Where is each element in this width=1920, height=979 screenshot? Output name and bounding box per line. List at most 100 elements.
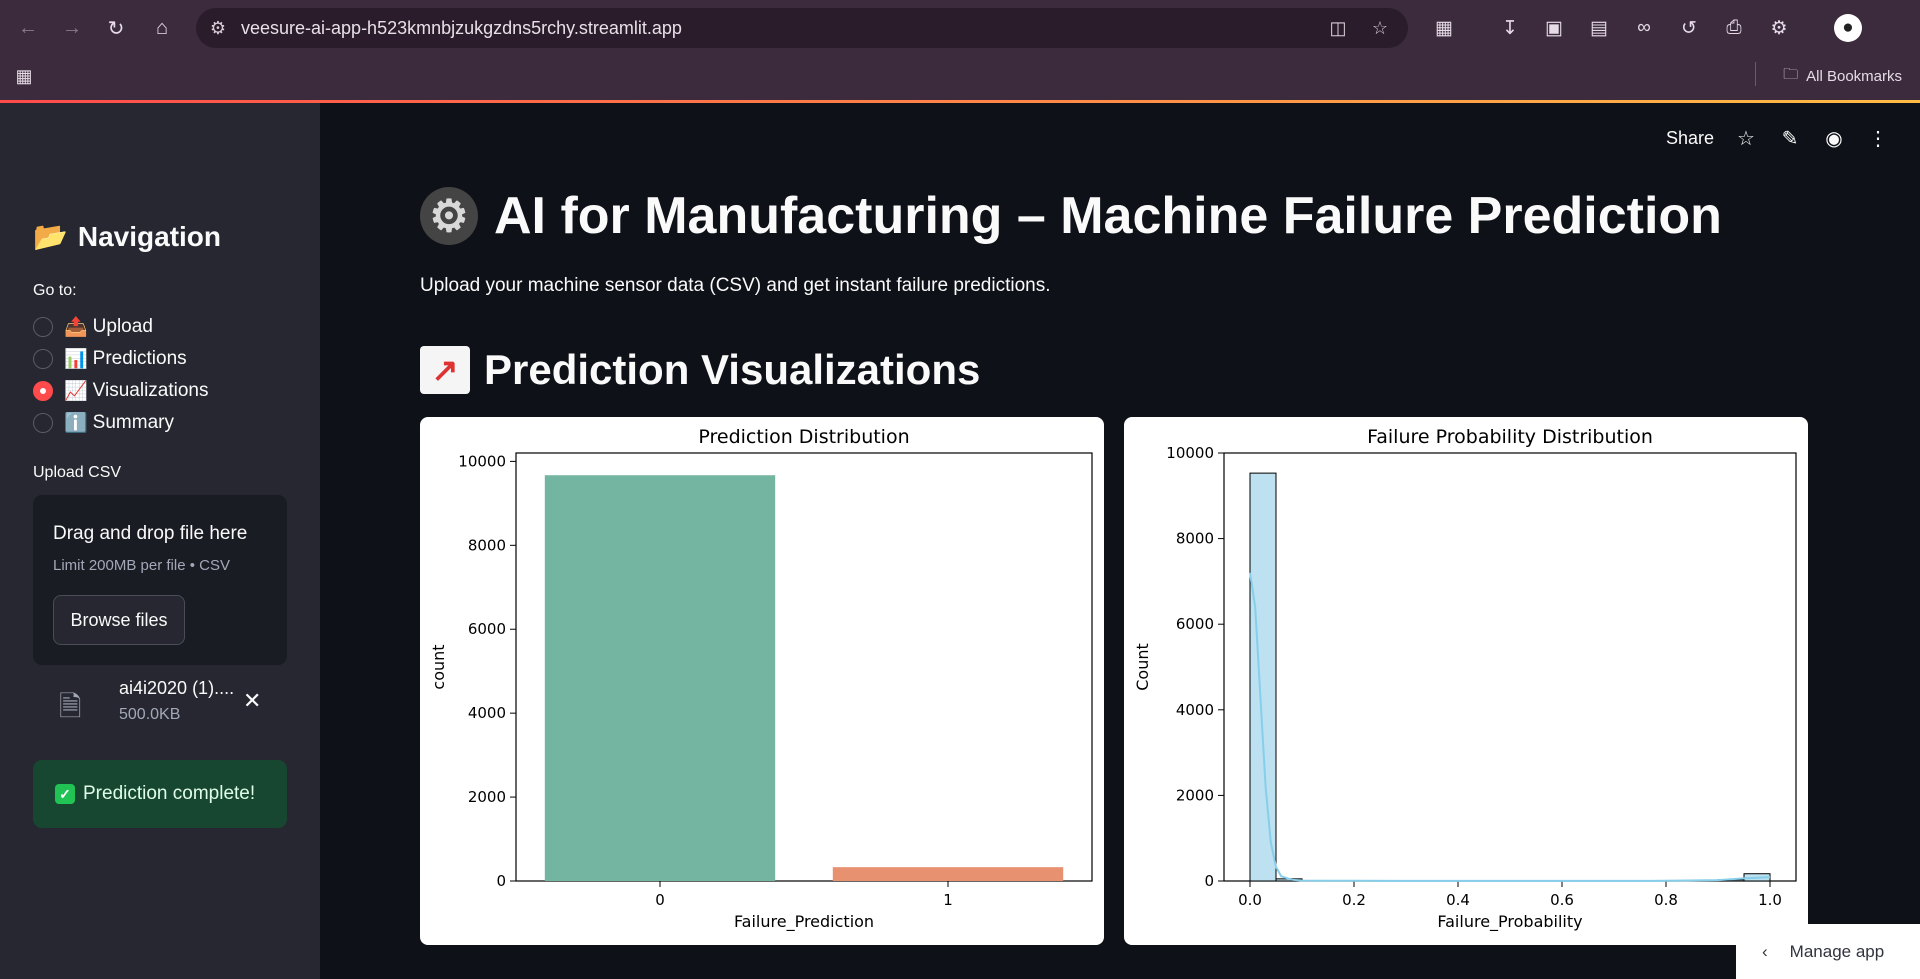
manage-app-button[interactable]: ‹ Manage app (1736, 924, 1920, 979)
upload-csv-label: Upload CSV (33, 464, 122, 481)
goto-label: Go to: (33, 282, 77, 299)
nav-option-predictions[interactable]: 📊 Predictions (33, 345, 187, 373)
y-tick-label: 2000 (468, 788, 506, 806)
plot-frame (1223, 452, 1797, 882)
downloads-icon[interactable]: ↧ (1496, 14, 1524, 42)
bar-1 (832, 867, 1064, 881)
nav-option-label: Visualizations (92, 380, 209, 401)
dropzone-title: Drag and drop file here (53, 523, 248, 544)
success-alert: ✓ Prediction complete! (33, 760, 287, 828)
nav-option-visualizations[interactable]: 📈 Visualizations (33, 377, 209, 405)
x-tick-label: 0.0 (1238, 891, 1262, 909)
manage-app-label: Manage app (1789, 941, 1885, 961)
file-name: ai4i2020 (1).... (119, 678, 235, 698)
home-icon[interactable]: ⌂ (146, 12, 178, 44)
x-tick-label: 0.6 (1550, 891, 1574, 909)
extensions-icon[interactable]: ▦ (1430, 14, 1458, 42)
edit-pencil-icon[interactable]: ✎ (1778, 126, 1802, 150)
gear-icon: ⚙ (420, 187, 478, 245)
folder-icon: 🗀 (1783, 65, 1799, 83)
file-size: 500.0KB (119, 706, 181, 723)
app-header-actions: Share ☆ ✎ ◉ ⋮ (1666, 124, 1890, 152)
radio-button-selected[interactable] (33, 381, 53, 401)
check-icon: ✓ (55, 784, 75, 804)
y-tick-label: 10000 (458, 452, 506, 470)
sidebar-title: 📂 Navigation (33, 220, 221, 253)
apps-grid-icon[interactable]: ▦ (12, 64, 36, 88)
install-app-icon[interactable]: ◫ (1326, 16, 1350, 40)
browse-files-button[interactable]: Browse files (53, 595, 185, 645)
y-axis-label: Count (1133, 643, 1152, 691)
y-tick-label: 2000 (1176, 786, 1214, 804)
x-tick-label: 1 (943, 891, 953, 909)
url-text[interactable]: veesure-ai-app-h523kmnbjzukgzdns5rchy.st… (241, 18, 682, 39)
file-icon: 🗎 (59, 691, 82, 722)
y-tick-label: 8000 (1176, 530, 1214, 548)
folder-icon: 📂 (33, 221, 68, 252)
all-bookmarks-button[interactable]: 🗀 All Bookmarks (1783, 64, 1902, 88)
nav-option-label: Upload (92, 316, 153, 337)
nav-option-upload[interactable]: 📤 Upload (33, 313, 153, 341)
kde-line (1249, 572, 1771, 882)
x-axis-label: Failure_Probability (1437, 912, 1582, 932)
chart-increasing-icon: ↗ (420, 346, 470, 394)
failure-probability-chart: Failure Probability Distribution Failure_… (1124, 417, 1808, 945)
screenshot-icon[interactable]: ▣ (1540, 14, 1568, 42)
print-icon[interactable]: ⎙ (1720, 14, 1748, 42)
chart-title: Failure Probability Distribution (1367, 426, 1653, 448)
forward-icon[interactable]: → (56, 12, 88, 44)
share-button[interactable]: Share (1666, 128, 1714, 149)
performance-icon[interactable]: ⚙ (1765, 14, 1793, 42)
remove-file-icon[interactable]: ✕ (243, 688, 261, 714)
github-icon[interactable]: ◉ (1822, 126, 1846, 150)
bar-0 (544, 475, 776, 881)
reload-icon[interactable]: ↻ (100, 12, 132, 44)
nav-option-label: Predictions (92, 348, 187, 369)
x-tick-label: 1.0 (1758, 891, 1782, 909)
y-tick-label: 4000 (1176, 701, 1214, 719)
reading-mode-icon[interactable]: ▤ (1585, 14, 1613, 42)
y-tick-label: 6000 (1176, 615, 1214, 633)
bookmarks-divider (1755, 62, 1756, 86)
prediction-distribution-chart: Prediction Distribution Failure_Predictio… (420, 417, 1104, 945)
hist-bin (1249, 472, 1277, 882)
prediction-distribution-svg: Prediction Distribution Failure_Predictio… (429, 426, 1093, 932)
nav-option-label: Summary (92, 412, 174, 433)
y-tick-label: 0 (1204, 872, 1214, 890)
section-title-text: Prediction Visualizations (484, 346, 981, 393)
radio-button[interactable] (33, 413, 53, 433)
uploaded-file-row: 🗎 ai4i2020 (1).... 500.0KB ✕ (33, 678, 287, 738)
y-tick-label: 8000 (468, 536, 506, 554)
success-text: Prediction complete! (83, 783, 256, 804)
link-icon[interactable]: ∞ (1630, 14, 1658, 42)
nav-option-summary[interactable]: ℹ️ Summary (33, 409, 174, 437)
info-icon: ℹ️ (64, 413, 88, 434)
chevron-left-icon: ‹ (1762, 941, 1768, 961)
page-subtitle: Upload your machine sensor data (CSV) an… (420, 275, 1051, 296)
bookmark-star-icon[interactable]: ☆ (1368, 16, 1392, 40)
x-axis-label: Failure_Prediction (734, 912, 874, 932)
failure-probability-svg: Failure Probability Distribution Failure_… (1133, 426, 1797, 932)
y-tick-label: 6000 (468, 620, 506, 638)
section-title: ↗ Prediction Visualizations (420, 346, 980, 394)
more-menu-icon[interactable]: ⋮ (1866, 126, 1890, 150)
radio-button[interactable] (33, 349, 53, 369)
dropzone-limit-text: Limit 200MB per file • CSV (53, 557, 230, 574)
x-tick-label: 0.4 (1446, 891, 1470, 909)
chart-title: Prediction Distribution (698, 426, 909, 448)
star-icon[interactable]: ☆ (1734, 126, 1758, 150)
back-icon[interactable]: ← (12, 12, 44, 44)
x-tick-label: 0 (655, 891, 665, 909)
page-title-text: AI for Manufacturing – Machine Failure P… (494, 187, 1722, 245)
radio-button[interactable] (33, 317, 53, 337)
x-tick-label: 0.8 (1654, 891, 1678, 909)
file-dropzone[interactable]: Drag and drop file here Limit 200MB per … (33, 495, 287, 665)
y-axis-label: count (429, 644, 448, 689)
bar-chart-icon: 📊 (64, 349, 88, 370)
address-bar[interactable]: ⚙ veesure-ai-app-h523kmnbjzukgzdns5rchy.… (196, 8, 1408, 48)
site-info-icon[interactable]: ⚙ (206, 16, 230, 40)
history-icon[interactable]: ↺ (1675, 14, 1703, 42)
sidebar-title-text: Navigation (77, 220, 222, 252)
profile-avatar-icon[interactable]: ● (1834, 14, 1862, 42)
x-tick-label: 0.2 (1342, 891, 1366, 909)
